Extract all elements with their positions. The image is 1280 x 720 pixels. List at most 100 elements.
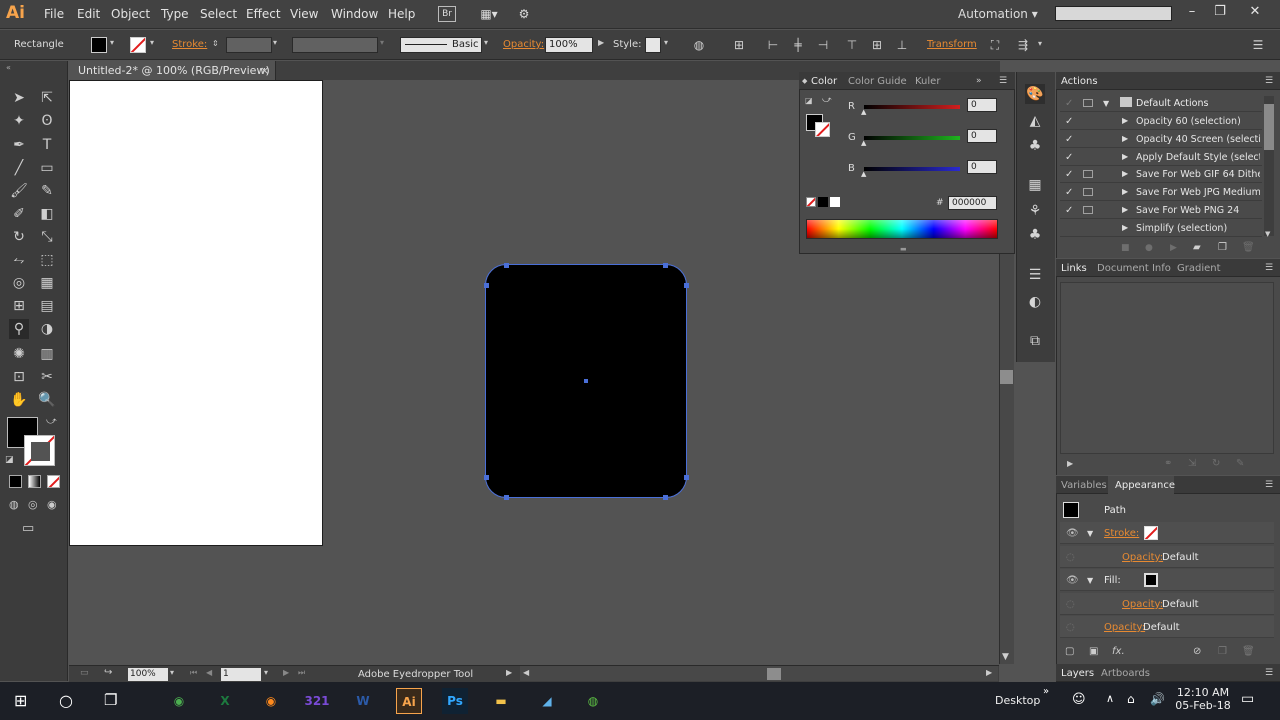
cortana-icon[interactable]: ○ (59, 691, 73, 710)
previous-artboard-icon[interactable]: ◀ (206, 668, 212, 677)
menu-type[interactable]: Type (161, 7, 189, 21)
tab-actions[interactable]: Actions (1061, 76, 1098, 87)
anchor-handle[interactable] (484, 283, 489, 288)
add-fill-icon[interactable]: ▣ (1089, 646, 1098, 657)
width-tool-icon[interactable]: ⥊ (9, 250, 29, 270)
show-info-icon[interactable]: ▶ (1067, 459, 1073, 468)
menu-help[interactable]: Help (388, 7, 415, 21)
maximize-button[interactable]: ❐ (1208, 2, 1232, 22)
object-opacity-label[interactable]: Opacity: (1104, 622, 1145, 633)
chevron-down-icon[interactable]: ▾ (110, 38, 114, 47)
align-middle-icon[interactable]: ⊞ (870, 38, 884, 52)
libraries-icon[interactable]: ♣ (1025, 225, 1045, 245)
tab-artboards[interactable]: Artboards (1101, 668, 1150, 679)
stroke-weight-field[interactable] (226, 37, 272, 53)
first-artboard-icon[interactable]: ⏮ (190, 668, 197, 678)
menu-edit[interactable]: Edit (77, 7, 100, 21)
dialog-toggle-icon[interactable] (1083, 188, 1093, 196)
red-value[interactable]: 0 (967, 98, 997, 112)
swatches-icon[interactable]: ▦ (1025, 175, 1045, 195)
color-panel-icon[interactable]: 🎨 (1025, 84, 1045, 104)
collapse-icon[interactable]: « (6, 63, 11, 72)
stroke-opacity-label[interactable]: Opacity: (1122, 552, 1163, 563)
fill-swatch[interactable] (1144, 573, 1158, 587)
gradient-tool-icon[interactable]: ▤ (37, 296, 57, 316)
hex-value-field[interactable]: 000000 (948, 196, 997, 210)
play-icon[interactable]: ▶ (1170, 243, 1177, 253)
new-set-icon[interactable]: ▰ (1193, 242, 1201, 253)
update-link-icon[interactable]: ↻ (1212, 458, 1220, 469)
draw-behind-icon[interactable]: ◎ (28, 498, 38, 511)
free-transform-tool-icon[interactable]: ⬚ (37, 250, 57, 270)
blend-tool-icon[interactable]: ◑ (37, 319, 57, 339)
align-to-icon[interactable]: ⊞ (732, 38, 746, 52)
links-list[interactable] (1060, 282, 1274, 454)
perspective-grid-tool-icon[interactable]: ▦ (37, 273, 57, 293)
none-swatch[interactable] (806, 197, 816, 207)
taskbar-tool-icon[interactable]: ◢ (534, 688, 560, 714)
chevron-down-icon[interactable]: ▾ (170, 668, 174, 677)
horizontal-scrollbar-thumb[interactable] (767, 668, 781, 680)
stroke-panel-icon[interactable]: ☰ (1025, 265, 1045, 285)
anchor-handle[interactable] (684, 283, 689, 288)
scroll-down-icon[interactable]: ▼ (1002, 652, 1009, 662)
chevron-down-icon[interactable]: ▾ (273, 38, 277, 47)
draw-normal-icon[interactable]: ◍ (9, 498, 19, 511)
chevron-down-icon[interactable]: ▾ (1038, 39, 1042, 48)
close-document-icon[interactable]: × (260, 64, 269, 77)
check-icon[interactable]: ✓ (1065, 187, 1073, 198)
next-artboard-icon[interactable]: ▶ (283, 668, 289, 677)
mesh-tool-icon[interactable]: ⊞ (9, 296, 29, 316)
graphic-styles-icon[interactable]: ⚘ (1025, 201, 1045, 221)
artboard-tool-icon[interactable]: ⊡ (9, 367, 29, 387)
action-center-icon[interactable]: ▭ (1241, 691, 1254, 707)
arrange-icon[interactable]: ⇶ (1016, 38, 1030, 52)
chevron-right-icon[interactable]: ▶ (1122, 223, 1128, 232)
menu-window[interactable]: Window (331, 7, 378, 21)
blue-slider[interactable] (864, 167, 960, 171)
blue-value[interactable]: 0 (967, 160, 997, 174)
pencil-tool-icon[interactable]: ✎ (37, 181, 57, 201)
small-swatch-icon[interactable]: ◪ (805, 96, 815, 106)
menu-file[interactable]: File (44, 7, 64, 21)
panel-menu-icon[interactable]: ☰ (999, 76, 1007, 86)
chevron-down-icon[interactable]: ▾ (380, 38, 384, 47)
opacity-label[interactable]: Opacity: (503, 39, 544, 50)
taskbar-word-icon[interactable]: W (350, 688, 376, 714)
edit-original-icon[interactable]: ✎ (1236, 458, 1244, 469)
duplicate-item-icon[interactable]: ❐ (1218, 646, 1227, 657)
align-right-icon[interactable]: ⊣ (816, 38, 830, 52)
symbol-sprayer-tool-icon[interactable]: ✺ (9, 344, 29, 364)
rectangle-tool-icon[interactable]: ▭ (37, 158, 57, 178)
align-bottom-icon[interactable]: ⊥ (895, 38, 909, 52)
anchor-handle[interactable] (484, 475, 489, 480)
add-stroke-icon[interactable]: ▢ (1065, 646, 1074, 657)
pen-tool-icon[interactable]: ✒ (9, 135, 29, 155)
color-mode-icon[interactable] (9, 475, 22, 488)
stroke-swatch[interactable] (1144, 526, 1158, 540)
rotate-tool-icon[interactable]: ↻ (9, 227, 29, 247)
brush-field[interactable]: Basic (400, 37, 482, 53)
symbols-icon[interactable]: ♣ (1025, 136, 1045, 156)
stop-icon[interactable]: ■ (1121, 243, 1130, 253)
eye-icon[interactable]: ◌ (1066, 622, 1075, 633)
workspace-switcher[interactable]: Automation ▾ (958, 7, 1038, 21)
dialog-toggle-icon[interactable] (1083, 170, 1093, 178)
desktop-toolbar-label[interactable]: Desktop (995, 694, 1040, 707)
clear-appearance-icon[interactable]: ⊘ (1193, 646, 1201, 657)
vertical-scrollbar-thumb[interactable] (1000, 370, 1013, 384)
stroke-color-box[interactable] (24, 435, 55, 466)
chevron-right-icon[interactable]: ▶ (1122, 169, 1128, 178)
green-slider[interactable] (864, 136, 960, 140)
anchor-handle[interactable] (684, 475, 689, 480)
eye-icon[interactable]: ◌ (1066, 552, 1075, 563)
delete-item-icon[interactable]: 🗑 (1242, 646, 1255, 657)
tab-color-guide[interactable]: Color Guide (848, 76, 907, 87)
delete-icon[interactable]: 🗑 (1242, 242, 1255, 253)
variable-width-field[interactable] (292, 37, 378, 53)
stroke-label[interactable]: Stroke: (1104, 528, 1139, 539)
tab-appearance[interactable]: Appearance (1115, 480, 1175, 491)
taskbar-chrome-icon[interactable]: ◉ (166, 688, 192, 714)
anchor-handle[interactable] (504, 263, 509, 268)
stroke-label[interactable]: Stroke: (172, 39, 207, 50)
